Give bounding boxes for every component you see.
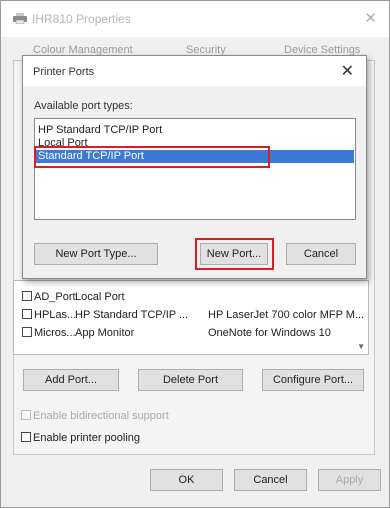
properties-title-bar: IHR810 Properties ✕ xyxy=(1,1,389,37)
apply-button[interactable]: Apply xyxy=(318,469,381,491)
printer-icon xyxy=(13,13,27,24)
delete-port-button[interactable]: Delete Port xyxy=(138,369,243,391)
pooling-option[interactable]: Enable printer pooling xyxy=(21,432,140,444)
port-name: Micros... xyxy=(34,327,76,339)
ports-list[interactable]: AD_Port Local Port HPLas... HP Standard … xyxy=(13,280,369,355)
printer-ports-title: Printer Ports xyxy=(33,66,95,78)
port-printer: HP LaserJet 700 color MFP M... xyxy=(208,309,365,321)
pooling-checkbox[interactable] xyxy=(21,432,31,442)
properties-close-icon[interactable]: ✕ xyxy=(364,9,377,27)
highlight-box xyxy=(195,238,274,270)
add-port-button[interactable]: Add Port... xyxy=(23,369,119,391)
printer-ports-title-bar: Printer Ports ✕ xyxy=(23,56,366,86)
modal-cancel-button[interactable]: Cancel xyxy=(286,243,356,265)
port-types-list[interactable]: HP Standard TCP/IP Port Local Port Stand… xyxy=(34,118,356,220)
ok-button[interactable]: OK xyxy=(150,469,223,491)
bidirectional-checkbox[interactable] xyxy=(21,410,31,420)
port-checkbox[interactable] xyxy=(22,309,32,319)
bidirectional-label: Enable bidirectional support xyxy=(33,410,169,422)
configure-port-button[interactable]: Configure Port... xyxy=(262,369,364,391)
table-row[interactable]: HPLas... HP Standard TCP/IP ... HP Laser… xyxy=(22,308,364,322)
cancel-button[interactable]: Cancel xyxy=(234,469,307,491)
bidirectional-option[interactable]: Enable bidirectional support xyxy=(21,410,169,422)
port-description: App Monitor xyxy=(75,327,135,339)
port-description: Local Port xyxy=(75,291,125,303)
port-printer: OneNote for Windows 10 xyxy=(208,327,331,339)
table-row[interactable]: Micros... App Monitor OneNote for Window… xyxy=(22,326,331,340)
pooling-label: Enable printer pooling xyxy=(33,432,141,444)
properties-title: IHR810 Properties xyxy=(32,12,131,26)
scroll-down-icon[interactable]: ▼ xyxy=(357,342,365,351)
printer-ports-dialog: Printer Ports ✕ Available port types: HP… xyxy=(22,55,367,279)
available-port-types-label: Available port types: xyxy=(34,100,133,112)
port-name: HPLas... xyxy=(34,309,77,321)
new-port-type-button[interactable]: New Port Type... xyxy=(34,243,158,265)
printer-ports-close-icon[interactable]: ✕ xyxy=(341,61,354,81)
list-item[interactable]: HP Standard TCP/IP Port xyxy=(38,124,162,137)
port-name: AD_Port xyxy=(34,291,76,303)
port-description: HP Standard TCP/IP ... xyxy=(75,309,189,321)
port-checkbox[interactable] xyxy=(22,291,32,301)
port-checkbox[interactable] xyxy=(22,327,32,337)
table-row[interactable]: AD_Port Local Port xyxy=(22,290,125,304)
highlight-box xyxy=(34,146,270,168)
